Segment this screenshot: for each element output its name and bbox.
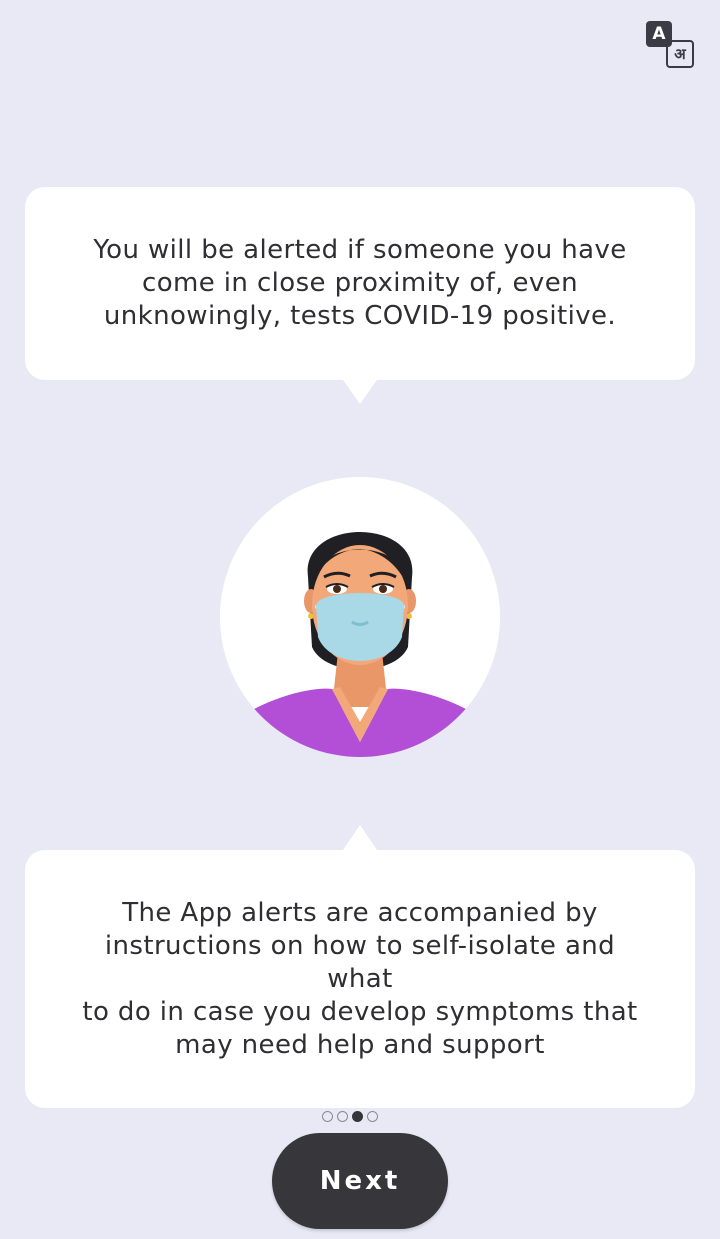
next-button[interactable]: Next: [272, 1133, 448, 1229]
info-text-top: You will be alerted if someone you have …: [93, 235, 627, 331]
info-bubble-top: You will be alerted if someone you have …: [25, 187, 695, 404]
masked-woman-illustration: [220, 477, 500, 757]
masked-woman-icon: [220, 532, 500, 757]
page-dot-2[interactable]: [337, 1111, 348, 1122]
info-text-bottom: The App alerts are accompanied by instru…: [82, 897, 638, 1060]
page-dot-1[interactable]: [322, 1111, 333, 1122]
language-switch-button[interactable]: A अ: [644, 20, 696, 70]
pagination-dots: [322, 1111, 378, 1122]
info-bubble-bottom: The App alerts are accompanied by instru…: [25, 825, 695, 1108]
page-dot-3[interactable]: [352, 1111, 363, 1122]
page-dot-4[interactable]: [367, 1111, 378, 1122]
translate-icon: A: [646, 21, 672, 47]
